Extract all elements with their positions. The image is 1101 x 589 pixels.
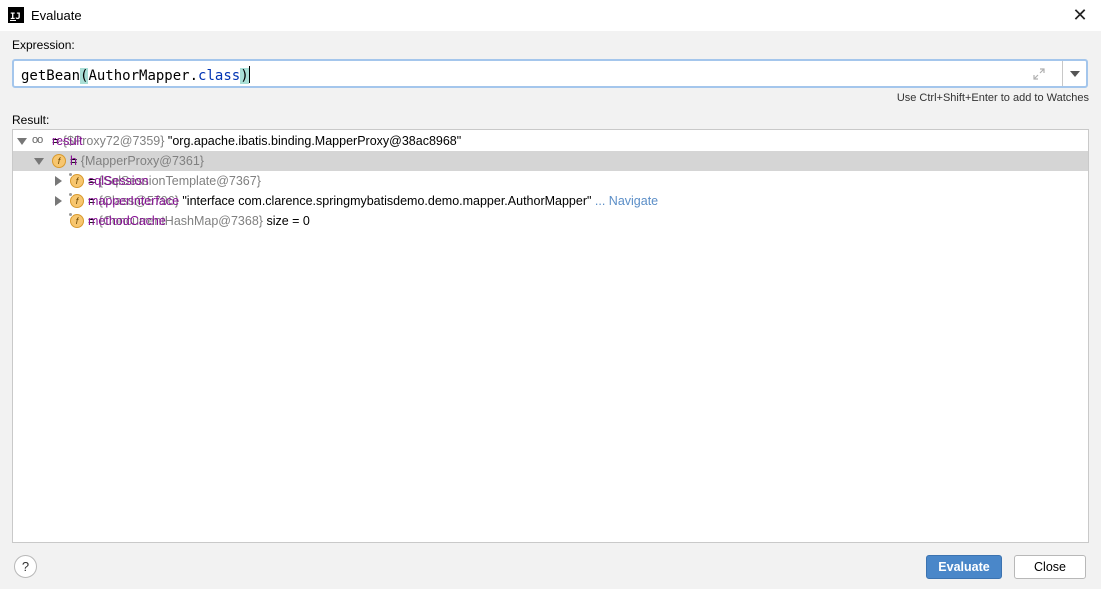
intellij-icon: IJ [8, 7, 24, 23]
expr-close-paren: ) [240, 68, 249, 84]
expr-keyword: class [198, 68, 241, 84]
node-name: methodCache [88, 214, 166, 228]
tree-row-h[interactable]: f h = {MapperProxy@7361} [13, 151, 1088, 171]
expr-arg: AuthorMapper. [88, 68, 199, 84]
collapsed-arrow-icon[interactable] [53, 176, 63, 186]
node-value: size = 0 [262, 214, 310, 228]
close-button[interactable]: Close [1014, 555, 1086, 579]
expand-arrow-icon[interactable] [17, 136, 27, 146]
expression-input[interactable]: getBean(AuthorMapper.class) [12, 59, 1088, 88]
node-ref: {MapperProxy@7361} [80, 154, 204, 168]
node-name: mapperInterface [88, 194, 180, 208]
node-value: "interface com.clarence.springmybatisdem… [178, 194, 592, 208]
window-title: Evaluate [31, 8, 82, 23]
chevron-down-icon [1069, 70, 1080, 77]
expression-text: getBean(AuthorMapper.class) [21, 66, 250, 84]
evaluate-button[interactable]: Evaluate [926, 555, 1002, 579]
final-modifier-icon [68, 192, 73, 197]
final-modifier-icon [68, 172, 73, 177]
node-name: sqlSession [88, 174, 149, 188]
expand-icon[interactable] [1032, 67, 1046, 81]
help-button[interactable]: ? [14, 555, 37, 578]
watch-glasses-icon: oo [32, 134, 43, 146]
field-icon: f [68, 192, 84, 208]
result-label: Result: [12, 113, 50, 127]
field-icon: f [68, 172, 84, 188]
expand-arrow-icon[interactable] [34, 156, 44, 166]
field-icon: f [52, 154, 66, 168]
field-icon: f [68, 212, 84, 228]
close-icon[interactable]: ✕ [1071, 6, 1089, 24]
tree-row-sqlsession[interactable]: f sqlSession = {SqlSessionTemplate@7367} [13, 171, 1088, 191]
tree-row-result[interactable]: oo result = {$Proxy72@7359} "org.apache.… [13, 131, 1088, 151]
history-dropdown-button[interactable] [1062, 61, 1086, 86]
navigate-link[interactable]: ... Navigate [591, 194, 658, 208]
final-modifier-icon [68, 212, 73, 217]
tree-row-methodcache[interactable]: f methodCache = {ConcurrentHashMap@7368}… [13, 211, 1088, 231]
tree-row-mapperinterface[interactable]: f mapperInterface = {Class@5796} "interf… [13, 191, 1088, 211]
node-name: result [52, 134, 83, 148]
node-name: h [70, 154, 77, 168]
watches-hint: Use Ctrl+Shift+Enter to add to Watches [896, 92, 1089, 104]
expr-fn: getBean [21, 68, 81, 84]
title-bar: IJ Evaluate ✕ [0, 0, 1101, 31]
result-tree[interactable]: oo result = {$Proxy72@7359} "org.apache.… [12, 129, 1089, 543]
collapsed-arrow-icon[interactable] [53, 196, 63, 206]
expression-label: Expression: [12, 38, 75, 52]
text-caret [248, 66, 250, 83]
node-value: "org.apache.ibatis.binding.MapperProxy@3… [164, 134, 462, 148]
